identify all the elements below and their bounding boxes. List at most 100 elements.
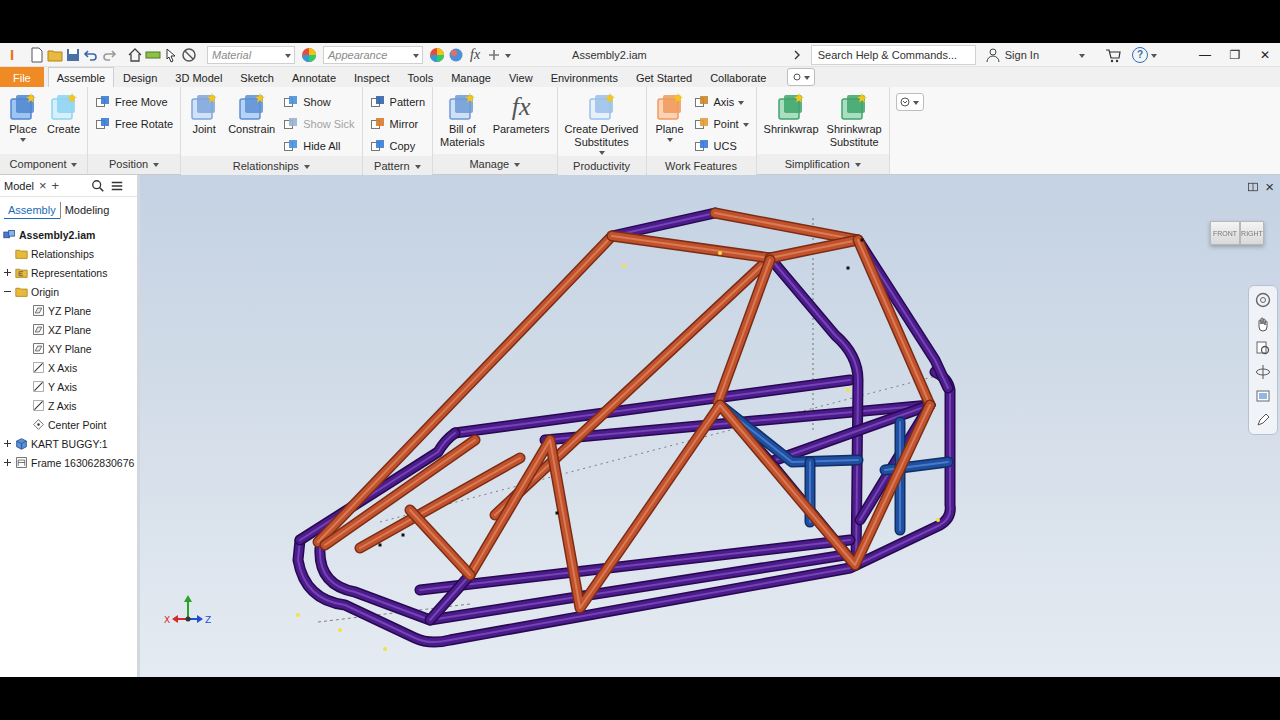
ribbon-button[interactable]: fxParameters — [490, 90, 553, 154]
ribbon-tab[interactable]: Collaborate — [701, 67, 775, 87]
ribbon-tab[interactable]: Inspect — [345, 67, 398, 87]
close-button[interactable]: ✕ — [1250, 48, 1280, 62]
ribbon-small-button[interactable]: Point — [691, 113, 752, 134]
panel-menu-icon[interactable] — [855, 163, 861, 167]
search-box[interactable]: Search Help & Commands... — [811, 45, 976, 65]
ribbon-tab[interactable]: Annotate — [283, 67, 345, 87]
ribbon-small-button[interactable]: Pattern — [367, 91, 428, 112]
tree-item[interactable]: Origin — [0, 282, 137, 301]
collapse-icon[interactable] — [3, 287, 12, 296]
ribbon-button[interactable]: Place — [4, 90, 42, 154]
ribbon-tab[interactable]: Manage — [442, 67, 500, 87]
dropdown-icon[interactable] — [743, 123, 749, 127]
graphics-viewport[interactable]: ×FRONTRIGHTXZ — [140, 175, 1280, 677]
cube-front[interactable]: FRONT — [1210, 221, 1240, 245]
dropdown-icon[interactable] — [667, 138, 673, 142]
help-button[interactable]: ? — [1132, 47, 1148, 63]
tree-item[interactable]: X Axis — [0, 358, 137, 377]
expand-icon[interactable] — [3, 268, 12, 277]
ribbon-small-button[interactable]: Copy — [367, 135, 428, 156]
ribbon-tab[interactable]: 3D Model — [166, 67, 231, 87]
ribbon-button[interactable]: Create DerivedSubstitutes — [562, 90, 642, 156]
browser-add[interactable]: + — [52, 179, 60, 192]
panel-label[interactable]: Simplification — [757, 154, 889, 174]
cube-right[interactable]: RIGHT — [1240, 221, 1264, 245]
dropdown-icon[interactable] — [285, 54, 291, 58]
ribbon-button[interactable]: Constrain — [225, 90, 278, 156]
view-cube[interactable]: FRONTRIGHT — [1210, 221, 1264, 245]
ribbon-tab[interactable]: File — [0, 67, 44, 87]
tree-item[interactable]: YZ Plane — [0, 301, 137, 320]
ribbon-button[interactable]: Shrinkwrap — [761, 90, 822, 154]
tree-item[interactable]: Y Axis — [0, 377, 137, 396]
ribbon-tab[interactable]: View — [500, 67, 542, 87]
ribbon-button[interactable]: Bill ofMaterials — [437, 90, 488, 154]
app-logo[interactable]: I — [6, 46, 18, 63]
ribbon-small-button[interactable]: Mirror — [367, 113, 428, 134]
tree-item[interactable]: KART BUGGY:1 — [0, 434, 137, 453]
ribbon-button[interactable]: Joint — [185, 90, 223, 156]
browser-tab[interactable]: Modeling — [60, 202, 114, 219]
dropdown-icon[interactable] — [913, 101, 919, 105]
ribbon-tab[interactable]: Design — [114, 67, 166, 87]
material-combo[interactable]: Material — [207, 46, 295, 64]
ribbon-tab[interactable]: Assemble — [48, 67, 114, 87]
account-menu-icon[interactable] — [1079, 54, 1085, 58]
dropdown-icon[interactable] — [20, 138, 26, 142]
panel-menu-icon[interactable] — [415, 165, 421, 169]
appearance-combo[interactable]: Appearance — [323, 46, 423, 64]
panel-menu-icon[interactable] — [153, 163, 159, 167]
tree-item[interactable]: Relationships — [0, 244, 137, 263]
tree-item[interactable]: XY Plane — [0, 339, 137, 358]
expand-icon[interactable] — [3, 458, 12, 467]
browser-tab[interactable]: Assembly — [4, 202, 60, 219]
frame-model[interactable] — [140, 175, 1280, 677]
ribbon-small-button[interactable]: UCS — [691, 135, 752, 156]
browser-close[interactable]: × — [39, 179, 47, 192]
panel-label[interactable]: Position — [88, 154, 180, 174]
panel-menu-icon[interactable] — [71, 163, 77, 167]
panel-menu-icon[interactable] — [514, 163, 520, 167]
tree-item[interactable]: Assembly2.iam — [0, 225, 137, 244]
panel-label[interactable]: Pattern — [363, 156, 432, 176]
panel-label[interactable]: Component — [0, 154, 87, 174]
restore-button[interactable]: ❐ — [1220, 48, 1250, 62]
panel-label[interactable]: Manage — [433, 154, 556, 174]
minimize-button[interactable]: — — [1190, 48, 1220, 62]
panel-menu-icon[interactable] — [304, 165, 310, 169]
ribbon-tab[interactable]: Environments — [542, 67, 627, 87]
ribbon-options-icon[interactable] — [896, 93, 924, 111]
sign-in[interactable]: Sign In — [979, 47, 1045, 63]
tree-item[interactable]: Center Point — [0, 415, 137, 434]
panel-label[interactable]: Relationships — [181, 156, 361, 176]
ribbon-tab[interactable]: Get Started — [627, 67, 701, 87]
ribbon-button[interactable]: Plane — [651, 90, 689, 156]
dropdown-icon[interactable] — [413, 54, 419, 58]
expand-icon[interactable] — [3, 439, 12, 448]
ribbon-small-button[interactable]: Free Rotate — [92, 113, 176, 134]
dropdown-icon[interactable] — [738, 101, 744, 105]
panel-toggle-icon[interactable] — [787, 68, 815, 86]
tree-item[interactable]: Frame 163062830676 — [0, 453, 137, 472]
ribbon-small-button[interactable]: Hide All — [280, 135, 357, 156]
dropdown-icon[interactable] — [804, 76, 810, 80]
ribbon-small-button[interactable]: Free Move — [92, 91, 176, 112]
tab-options[interactable] — [775, 67, 827, 87]
viewport-close[interactable]: × — [1265, 179, 1274, 194]
ribbon-tab[interactable]: Sketch — [231, 67, 283, 87]
ribbon-tab[interactable]: Tools — [399, 67, 443, 87]
help-menu-icon[interactable] — [1151, 54, 1157, 58]
panel-label[interactable]: Work Features — [647, 156, 756, 176]
dropdown-icon[interactable] — [599, 151, 605, 155]
ribbon-small-button[interactable]: Show — [280, 91, 357, 112]
tree-item[interactable]: XZ Plane — [0, 320, 137, 339]
ribbon-button[interactable]: Create — [44, 90, 83, 154]
parameters-button[interactable]: fx — [467, 47, 483, 63]
tree-item[interactable]: Representations — [0, 263, 137, 282]
ribbon-button[interactable]: ShrinkwrapSubstitute — [824, 90, 885, 154]
ribbon-small-button[interactable]: Show Sick — [280, 113, 357, 134]
ribbon-small-button[interactable]: Axis — [691, 91, 752, 112]
panel-label[interactable]: Productivity — [558, 156, 646, 176]
customize-icon[interactable] — [505, 54, 511, 58]
tree-item[interactable]: Z Axis — [0, 396, 137, 415]
